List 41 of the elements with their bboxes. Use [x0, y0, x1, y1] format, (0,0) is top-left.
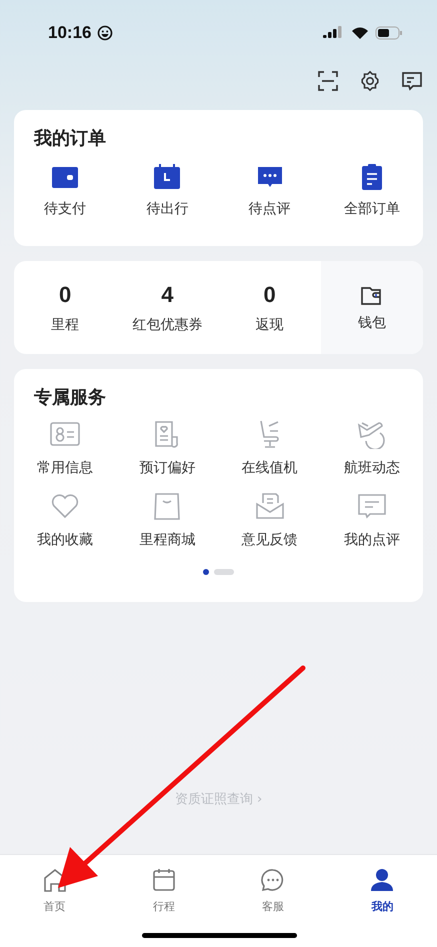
home-icon [42, 867, 68, 893]
service-entry[interactable]: 航班动态 [344, 459, 400, 477]
order-entry[interactable]: 待出行 [146, 200, 188, 218]
order-entry[interactable]: 待支付 [44, 200, 86, 218]
user-icon [369, 867, 396, 893]
order-entry[interactable]: 全部订单 [344, 200, 400, 218]
service-entry[interactable]: 在线值机 [242, 459, 298, 477]
settings-icon[interactable] [359, 70, 381, 92]
service-entry[interactable]: 里程商城 [139, 531, 196, 549]
service-entry[interactable]: 我的点评 [344, 531, 400, 549]
id-card-icon [49, 419, 82, 449]
asset-value[interactable]: 0 [264, 282, 276, 308]
order-entry[interactable]: 待点评 [248, 200, 291, 218]
asset-label[interactable]: 返现 [256, 316, 284, 334]
scan-icon[interactable] [317, 70, 339, 92]
tab-item[interactable]: 我的 [328, 855, 437, 947]
service-entry[interactable]: 常用信息 [37, 459, 94, 477]
card-title: 专属服务 [33, 386, 107, 409]
asset-value[interactable]: 4 [161, 282, 174, 308]
calendar-icon [154, 164, 180, 190]
wallet-icon [52, 164, 78, 190]
comment-icon [356, 491, 388, 521]
tab-item[interactable]: 行程 [109, 855, 218, 947]
status-time: 10:16 [48, 23, 92, 43]
mail-icon [254, 491, 286, 521]
message-icon[interactable] [401, 70, 423, 92]
tab-item[interactable]: 首页 [0, 855, 110, 947]
service-entry[interactable]: 我的收藏 [37, 531, 94, 549]
battery-icon [375, 26, 403, 40]
wallet-label[interactable]: 钱包 [358, 314, 386, 332]
card-title: 我的订单 [32, 127, 107, 150]
plane-icon [356, 419, 388, 449]
asset-label[interactable]: 里程 [51, 316, 80, 334]
service-entry[interactable]: 预订偏好 [139, 459, 196, 477]
smiley-icon [97, 25, 114, 41]
asset-value[interactable]: 0 [59, 282, 72, 308]
asset-label[interactable]: 红包优惠券 [132, 316, 202, 334]
tab-item[interactable]: 客服 [218, 855, 328, 947]
calendar-icon [150, 867, 177, 893]
wifi-icon [351, 26, 369, 40]
service-entry[interactable]: 意见反馈 [242, 531, 298, 549]
